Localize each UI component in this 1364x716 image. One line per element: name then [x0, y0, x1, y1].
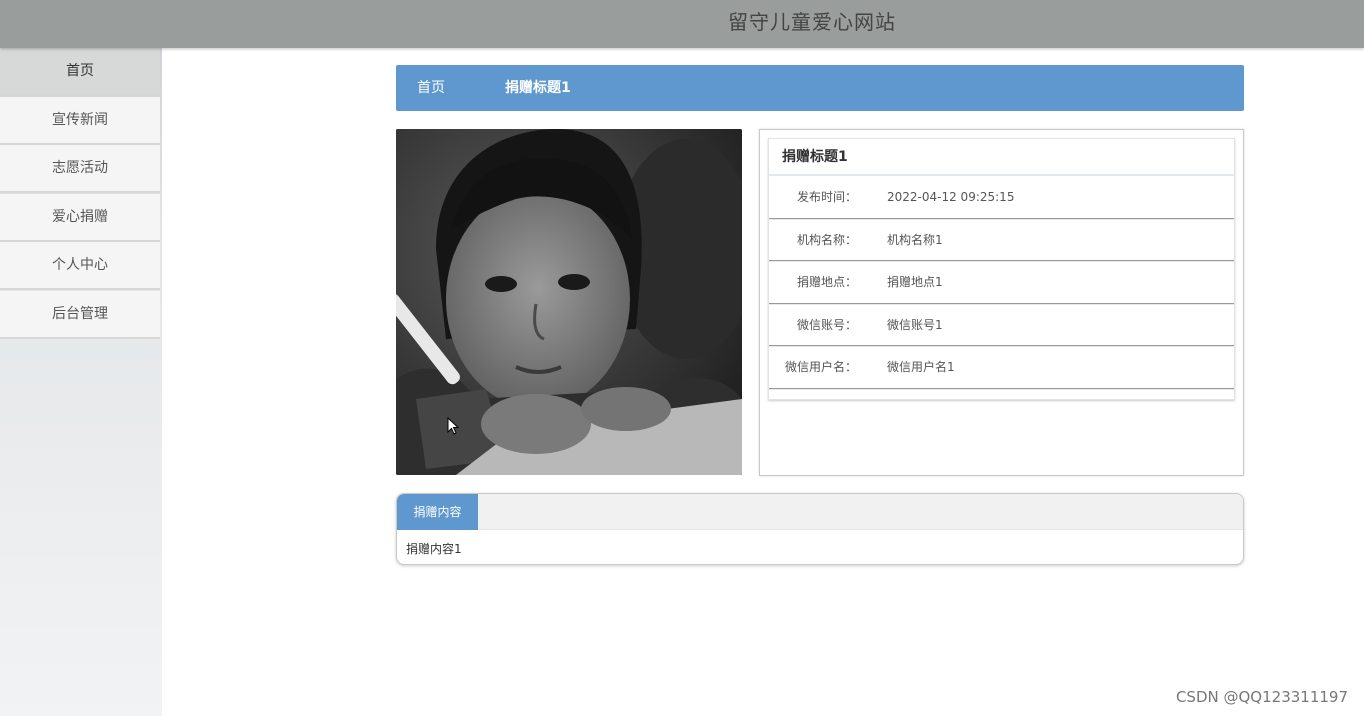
main-content: 首页 捐赠标题1 捐赠标题1 发布时间： 2022-04-12 09:25:15… [396, 65, 1244, 565]
breadcrumb-home-link[interactable]: 首页 [417, 65, 445, 111]
breadcrumb-current: 捐赠标题1 [505, 80, 571, 96]
info-value: 捐赠地点1 [887, 275, 943, 289]
tab-donation-content[interactable]: 捐赠内容 [397, 494, 478, 530]
breadcrumb: 首页 捐赠标题1 [396, 65, 1244, 111]
sidebar-nav: 首页 宣传新闻 志愿活动 爱心捐赠 个人中心 后台管理 [0, 48, 162, 716]
info-label: 机构名称： [796, 232, 857, 247]
site-title: 留守儿童爱心网站 [728, 10, 896, 34]
donation-title: 捐赠标题1 [769, 139, 1234, 176]
sidebar-item-news[interactable]: 宣传新闻 [0, 96, 160, 145]
info-label: 微信账号： [796, 317, 857, 332]
tab-strip: 捐赠内容 [397, 494, 1243, 530]
sidebar-item-admin[interactable]: 后台管理 [0, 290, 160, 339]
info-value: 机构名称1 [887, 232, 943, 247]
donation-info-card: 捐赠标题1 发布时间： 2022-04-12 09:25:15 机构名称： 机构… [768, 138, 1235, 400]
sidebar-item-volunteer[interactable]: 志愿活动 [0, 145, 160, 193]
info-label: 发布时间： [796, 190, 857, 204]
content-tabs: 捐赠内容 捐赠内容1 [396, 493, 1244, 565]
sidebar-item-donation[interactable]: 爱心捐赠 [0, 193, 160, 242]
mouse-cursor-icon [447, 417, 459, 435]
sidebar-item-home[interactable]: 首页 [0, 48, 160, 96]
tab-content-body: 捐赠内容1 [406, 542, 462, 556]
info-row-location: 捐赠地点： 捐赠地点1 [769, 261, 1234, 304]
info-row-wechat-username: 微信用户名： 微信用户名1 [769, 346, 1234, 389]
info-row-wechat-account: 微信账号： 微信账号1 [769, 304, 1234, 346]
info-value: 微信用户名1 [887, 360, 955, 374]
info-row-org-name: 机构名称： 机构名称1 [769, 219, 1234, 261]
info-label: 微信用户名： [784, 360, 857, 374]
info-label: 捐赠地点： [796, 275, 857, 289]
top-header: 留守儿童爱心网站 [0, 0, 1364, 48]
info-row-publish-time: 发布时间： 2022-04-12 09:25:15 [769, 176, 1234, 219]
donation-info-panel: 捐赠标题1 发布时间： 2022-04-12 09:25:15 机构名称： 机构… [759, 129, 1244, 476]
detail-section: 捐赠标题1 发布时间： 2022-04-12 09:25:15 机构名称： 机构… [396, 129, 1244, 476]
watermark: CSDN @QQ123311197 [1175, 688, 1348, 706]
info-value: 微信账号1 [887, 317, 943, 332]
sidebar-item-profile[interactable]: 个人中心 [0, 242, 160, 290]
info-value: 2022-04-12 09:25:15 [887, 190, 1015, 204]
